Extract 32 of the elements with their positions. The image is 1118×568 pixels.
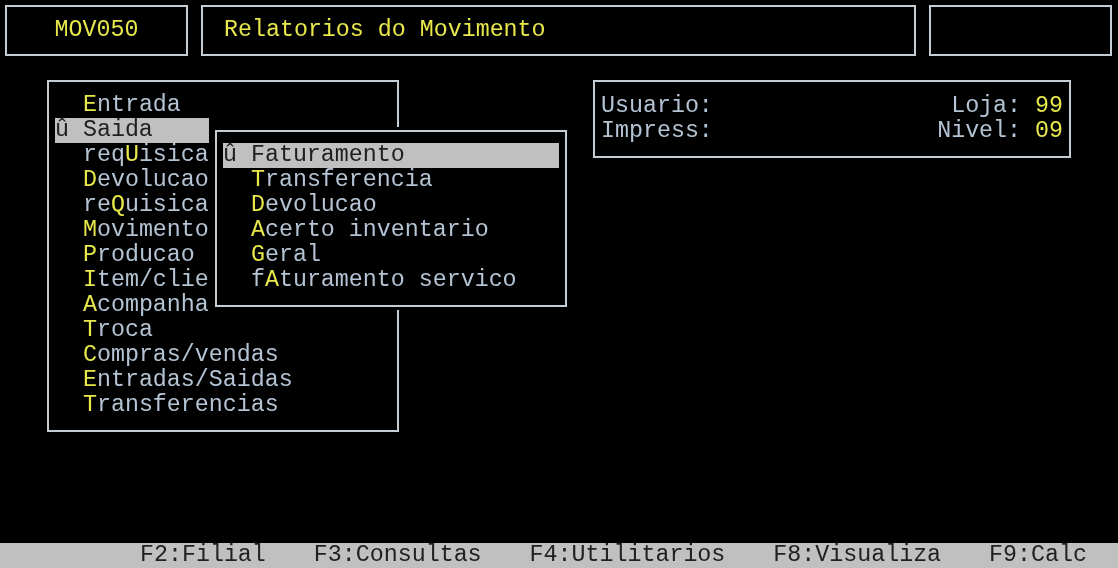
menu-item[interactable]: reqUisica	[55, 143, 209, 168]
menu-item[interactable]: Devolucao	[55, 168, 209, 193]
menu-item[interactable]: reQuisica	[55, 193, 209, 218]
screen-title: Relatorios do Movimento	[224, 18, 546, 43]
function-key[interactable]: F9:Calc	[989, 543, 1087, 568]
menu-item[interactable]: Entradas/Saidas	[55, 368, 293, 393]
menu-item[interactable]: Acerto inventario	[223, 218, 559, 243]
menu-item[interactable]: û Saida	[55, 118, 209, 143]
field-label: Loja:	[951, 94, 1022, 119]
field-value: 99	[1035, 94, 1063, 119]
function-key[interactable]: F4:Utilitarios	[529, 543, 726, 568]
menu-item[interactable]: Entrada	[55, 93, 209, 118]
menu-item[interactable]: Devolucao	[223, 193, 559, 218]
menu-item[interactable]: fAturamento servico	[223, 268, 559, 293]
menu-item[interactable]: Geral	[223, 243, 559, 268]
function-key[interactable]: F8:Visualiza	[773, 543, 942, 568]
field-value: 09	[1035, 119, 1063, 144]
function-key[interactable]: F2:Filial	[140, 543, 266, 568]
field-label: Impress:	[601, 119, 713, 144]
menu-item[interactable]: Transferencia	[223, 168, 559, 193]
menu-item[interactable]: Compras/vendas	[55, 343, 279, 368]
menu-item[interactable]: Movimento	[55, 218, 209, 243]
menu-item[interactable]: Troca	[55, 318, 209, 343]
field-label: Usuario:	[601, 94, 713, 119]
menu-item[interactable]: Item/clie	[55, 268, 209, 293]
field-label: Nivel:	[937, 119, 1022, 144]
function-key[interactable]: F3:Consultas	[313, 543, 482, 568]
menu-item[interactable]: û Faturamento	[223, 143, 559, 168]
menu-item[interactable]: Acompanha	[55, 293, 209, 318]
program-code: MOV050	[54, 18, 139, 43]
menu-item[interactable]: Producao	[55, 243, 209, 268]
menu-item[interactable]: Transferencias	[55, 393, 279, 418]
